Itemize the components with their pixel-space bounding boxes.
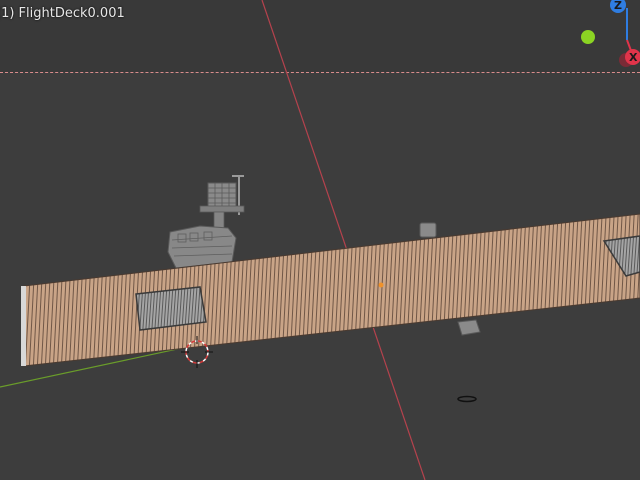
gizmo-y-axis-ball[interactable] — [581, 30, 595, 44]
flight-deck-model[interactable] — [21, 213, 640, 367]
deck-edge-strip — [21, 286, 26, 366]
gizmo-z-label: Z — [614, 0, 622, 12]
deck-elevator-left[interactable] — [135, 286, 207, 331]
deck-vehicle-prop[interactable] — [457, 319, 481, 336]
island-tower-model[interactable] — [167, 175, 245, 269]
deck-crane-prop[interactable] — [419, 222, 437, 238]
object-origin-dot — [378, 282, 384, 288]
active-object-label: (1) FlightDeck0.001 — [0, 6, 125, 21]
3d-viewport[interactable]: Z X (1) FlightDeck0.001 — [0, 0, 640, 480]
floating-object-outline[interactable] — [457, 395, 477, 403]
viewport-scene[interactable]: Z X — [0, 0, 640, 480]
x-axis-line — [261, 0, 426, 480]
navigation-gizmo[interactable]: Z X — [581, 0, 640, 67]
deck-surface[interactable] — [23, 213, 640, 367]
gizmo-x-label: X — [629, 51, 638, 64]
